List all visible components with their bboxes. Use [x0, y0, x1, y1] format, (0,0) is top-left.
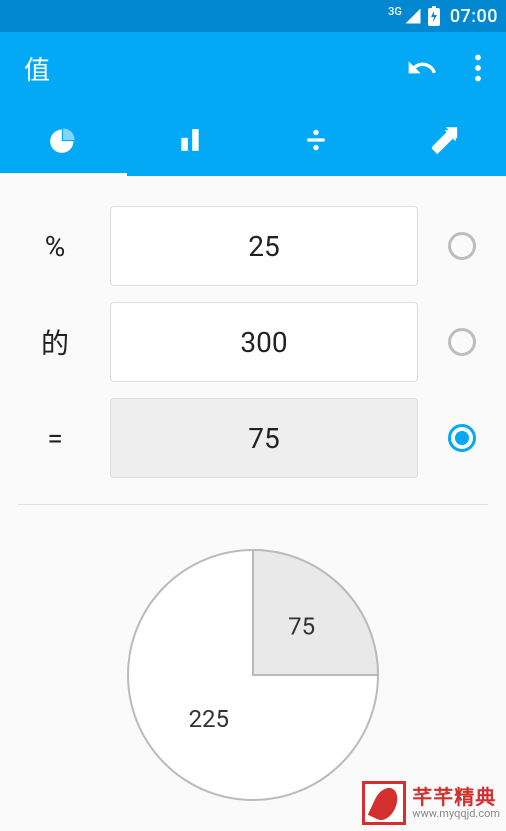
- row-result: = 75: [18, 390, 488, 486]
- tab-bar-chart[interactable]: [127, 104, 254, 176]
- input-of[interactable]: 300: [110, 302, 418, 382]
- tab-pie[interactable]: [0, 104, 127, 176]
- radio-of[interactable]: [448, 328, 476, 356]
- divider: [18, 504, 488, 505]
- page-title: 值: [24, 50, 406, 87]
- divide-icon: [303, 127, 329, 153]
- more-vert-icon: [474, 54, 482, 82]
- network-label: 3G: [388, 5, 402, 18]
- slice-label: 75: [288, 612, 315, 640]
- app-bar: 值: [0, 32, 506, 104]
- label-of: 的: [18, 322, 92, 362]
- bar-chart-icon: [177, 127, 203, 153]
- battery-icon: [428, 6, 440, 26]
- input-result[interactable]: 75: [110, 398, 418, 478]
- label-equals: =: [18, 422, 92, 455]
- undo-button[interactable]: [406, 52, 438, 84]
- row-percent: % 25: [18, 198, 488, 294]
- signal-cellular-icon: [404, 7, 422, 25]
- remainder-label: 225: [189, 705, 229, 733]
- watermark-logo: [362, 781, 406, 825]
- pie-chart: 75 225: [18, 545, 488, 805]
- status-clock: 07:00: [450, 6, 498, 27]
- radio-percent[interactable]: [448, 232, 476, 260]
- pie-chart-svg: 75 225: [123, 545, 383, 805]
- label-percent: %: [18, 230, 92, 263]
- undo-icon: [406, 52, 438, 84]
- input-percent[interactable]: 25: [110, 206, 418, 286]
- trend-arrow-icon: [426, 123, 460, 157]
- overflow-menu-button[interactable]: [466, 54, 490, 82]
- calculator-content: % 25 的 300 = 75 75 225: [0, 176, 506, 805]
- pie-chart-icon: [49, 126, 77, 154]
- tab-divide[interactable]: [253, 104, 380, 176]
- status-bar: 3G 07:00: [0, 0, 506, 32]
- tab-bar: [0, 104, 506, 176]
- row-of: 的 300: [18, 294, 488, 390]
- watermark: 芊芊精典 www.myqqjd.com: [362, 781, 500, 825]
- radio-result[interactable]: [448, 424, 476, 452]
- watermark-name: 芊芊精典: [412, 787, 500, 808]
- tab-trend[interactable]: [380, 104, 506, 176]
- watermark-url: www.myqqjd.com: [412, 808, 500, 820]
